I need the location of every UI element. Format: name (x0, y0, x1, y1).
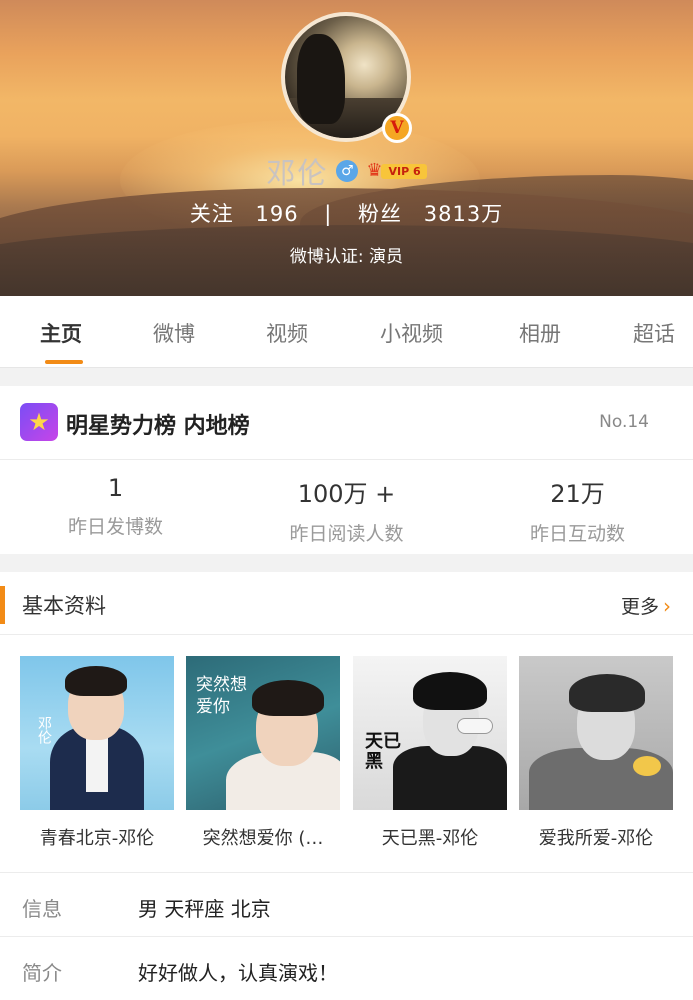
info-key: 简介 (22, 961, 62, 985)
stat-label: 昨日发博数 (67, 516, 163, 538)
more-link[interactable]: 更多 › (621, 592, 671, 619)
album-item[interactable]: 突然想爱你 突然想爱你 (… (186, 656, 340, 850)
info-value: 男 天秤座 北京 (138, 897, 271, 921)
album-cover: 突然想爱你 (186, 656, 340, 810)
ranking-position: No.14 (599, 412, 649, 432)
name-row: 邓伦 ♂ ♛ VIP 6 (0, 150, 693, 192)
section-title: 基本资料 (22, 594, 106, 618)
chevron-right-icon: › (663, 594, 671, 618)
following-label: 关注 (189, 202, 234, 226)
ranking-card[interactable]: ★ 明星势力榜 内地榜 No.14 1 昨日发博数 100万 + 昨日阅读人数 … (0, 386, 693, 554)
stat-label: 昨日互动数 (529, 523, 625, 545)
vip-level: VIP 6 (380, 163, 427, 179)
username: 邓伦 (266, 156, 329, 190)
stat-value: 100万 + (297, 480, 396, 508)
stat-label: 昨日阅读人数 (289, 523, 404, 545)
stat-separator: | (324, 202, 333, 226)
cover-hair (569, 674, 645, 712)
tab-video[interactable]: 视频 (266, 318, 308, 348)
vip-badge[interactable]: ♛ VIP 6 (366, 161, 427, 181)
divider (0, 459, 693, 460)
divider (0, 634, 693, 635)
tab-short-video[interactable]: 小视频 (380, 318, 443, 348)
follow-stats: 关注 196 | 粉丝 3813万 (0, 198, 693, 228)
followers-label: 粉丝 (358, 202, 403, 226)
tab-home[interactable]: 主页 (40, 318, 82, 348)
stat-posts: 1 昨日发博数 (0, 474, 231, 539)
stat-value: 1 (107, 474, 124, 502)
album-item[interactable]: 天已黑 天已黑-邓伦 (353, 656, 507, 850)
active-tab-indicator (45, 360, 83, 364)
album-title: 青春北京-邓伦 (39, 828, 155, 849)
stat-interactions: 21万 昨日互动数 (462, 474, 693, 546)
following-link[interactable]: 关注 196 (190, 198, 299, 228)
avatar-figure (297, 34, 345, 124)
cover-text: 天已黑 (365, 731, 401, 772)
cover-hair (252, 680, 324, 716)
info-value: 好好做人，认真演戏！ (138, 961, 338, 985)
cover-text: 突然想爱你 (196, 675, 247, 717)
info-row-bio[interactable]: 简介 好好做人，认真演戏！ (0, 936, 693, 1000)
tab-super-topic[interactable]: 超话 (633, 318, 675, 348)
info-key: 信息 (22, 897, 62, 921)
album-title: 突然想爱你 (… (202, 828, 324, 849)
stat-readers: 100万 + 昨日阅读人数 (231, 474, 462, 546)
followers-link[interactable]: 粉丝 3813万 (358, 198, 503, 228)
basic-info-card: 基本资料 更多 › 邓伦 青春北京-邓伦 突然想爱你 突然想爱你 (… 天已黑 … (0, 572, 693, 1000)
tab-weibo[interactable]: 微博 (153, 318, 195, 348)
cover-hair (413, 672, 487, 710)
following-count: 196 (255, 202, 299, 226)
verified-badge-icon: V (382, 113, 412, 143)
stat-value: 21万 (550, 480, 605, 508)
followers-count: 3813万 (423, 202, 504, 226)
album-cover: 邓伦 (20, 656, 174, 810)
profile-tabs: 主页 微博 视频 小视频 相册 超话 (0, 296, 693, 368)
ranking-title: 明星势力榜 内地榜 (66, 414, 250, 439)
verification-text: 微博认证: 演员 (289, 247, 404, 267)
album-item[interactable]: 邓伦 青春北京-邓伦 (20, 656, 174, 850)
star-icon: ★ (20, 403, 58, 441)
cover-sticker (633, 756, 661, 776)
album-title: 爱我所爱-邓伦 (538, 828, 654, 849)
info-row-basic[interactable]: 信息 男 天秤座 北京 (0, 872, 693, 936)
cover-text: 邓伦 (36, 716, 52, 744)
album-cover: 天已黑 (353, 656, 507, 810)
cover-mask (457, 718, 493, 734)
cover-shirt (86, 732, 108, 792)
more-label: 更多 (620, 596, 659, 618)
cover-hair (65, 666, 127, 696)
album-item[interactable]: 爱我所爱-邓伦 (519, 656, 673, 850)
profile-header: V 邓伦 ♂ ♛ VIP 6 关注 196 | 粉丝 3813万 微博认证: 演… (0, 0, 693, 296)
male-icon: ♂ (336, 160, 359, 182)
album-cover (519, 656, 673, 810)
section-accent (0, 586, 5, 624)
tab-album[interactable]: 相册 (519, 318, 561, 348)
album-title: 天已黑-邓伦 (381, 828, 479, 849)
